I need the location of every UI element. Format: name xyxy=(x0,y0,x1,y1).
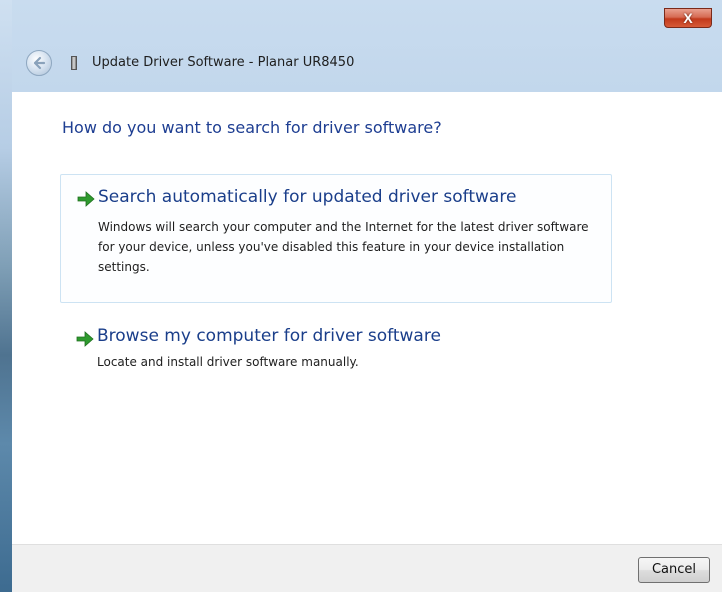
window-left-edge xyxy=(0,0,12,592)
green-arrow-icon xyxy=(76,331,94,347)
option-title: Browse my computer for driver software xyxy=(97,326,441,346)
back-arrow-icon xyxy=(33,56,46,70)
window-title: Update Driver Software - Planar UR8450 xyxy=(92,55,355,70)
option-title: Search automatically for updated driver … xyxy=(98,187,517,207)
page-heading: How do you want to search for driver sof… xyxy=(62,118,442,137)
browse-computer-option[interactable]: Browse my computer for driver software L… xyxy=(60,324,612,384)
cancel-button[interactable]: Cancel xyxy=(638,557,710,583)
title-bar: Update Driver Software - Planar UR8450 xyxy=(12,0,722,92)
back-button[interactable] xyxy=(26,50,52,76)
option-description: Locate and install driver software manua… xyxy=(97,355,359,369)
option-description: Windows will search your computer and th… xyxy=(98,220,589,274)
dialog-window: X Update Driver Software - Planar UR8450… xyxy=(0,0,722,592)
dialog-content: How do you want to search for driver sof… xyxy=(12,92,722,544)
dialog-footer: Cancel xyxy=(12,544,722,592)
device-icon xyxy=(71,56,77,70)
search-automatically-option[interactable]: Search automatically for updated driver … xyxy=(60,174,612,303)
green-arrow-icon xyxy=(77,191,95,207)
